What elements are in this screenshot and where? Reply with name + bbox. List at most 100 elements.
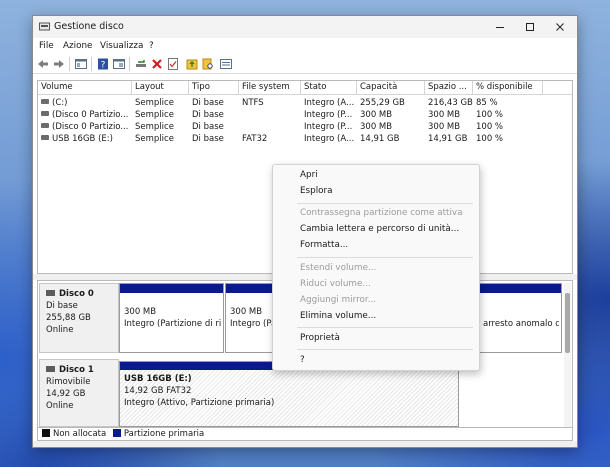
- menu-item-delete-volume[interactable]: Elimina volume...: [273, 309, 479, 324]
- menu-item-formatta[interactable]: Formatta...: [273, 238, 479, 253]
- folder-search-button[interactable]: [201, 57, 215, 71]
- console-tree-button[interactable]: [74, 57, 88, 71]
- view-list-button[interactable]: [219, 57, 233, 71]
- console-tree-icon: [75, 59, 87, 69]
- forward-button[interactable]: [52, 57, 66, 71]
- connect-drive-button[interactable]: [134, 57, 148, 71]
- maximize-button[interactable]: [515, 16, 545, 38]
- drive-icon: [41, 99, 49, 104]
- menu-visualizza[interactable]: Visualizza: [100, 41, 143, 51]
- layout-cell: Semplice: [135, 122, 174, 132]
- menu-item-esplora[interactable]: Esplora: [273, 184, 479, 199]
- title-bar[interactable]: Gestione disco: [33, 16, 577, 38]
- percent-cell: 100 %: [476, 122, 504, 132]
- folder-up-icon: [186, 59, 198, 70]
- menu-help[interactable]: ?: [149, 41, 154, 51]
- partition-size: 300 MB: [124, 307, 157, 317]
- context-menu: Apri Esplora Contrassegna partizione com…: [272, 164, 480, 371]
- folder-up-button[interactable]: [185, 57, 199, 71]
- back-button[interactable]: [36, 57, 50, 71]
- help-button[interactable]: ?: [96, 57, 110, 71]
- table-row[interactable]: USB 16GB (E:) Semplice Di base FAT32 Int…: [38, 133, 572, 145]
- volume-name: USB 16GB (E:): [52, 134, 113, 144]
- table-row[interactable]: (C:) Semplice Di base NTFS Integro (A...…: [38, 97, 572, 109]
- menu-file[interactable]: File: [39, 41, 54, 51]
- menu-item-apri[interactable]: Apri: [273, 168, 479, 183]
- toolbar-separator: [69, 57, 70, 71]
- partition-text: USB 16GB (E:) 14,92 GB FAT32 Integro (At…: [124, 373, 456, 409]
- menu-separator: [297, 257, 473, 258]
- disk-1-size: 14,92 GB: [46, 389, 86, 399]
- menu-item-shrink-volume: Riduci volume...: [300, 279, 371, 289]
- layout-cell: Semplice: [135, 134, 174, 144]
- usb-drive-icon: [41, 135, 49, 140]
- menu-item-add-mirror: Aggiungi mirror...: [300, 295, 377, 305]
- menu-separator: [297, 203, 473, 204]
- properties-check-icon: [168, 58, 178, 70]
- disk-0-type: Di base: [46, 301, 78, 311]
- drive-icon: [41, 123, 49, 128]
- menu-item-proprieta[interactable]: Proprietà: [273, 331, 479, 346]
- status-bar: [33, 441, 577, 447]
- column-header-capacita[interactable]: Capacità: [357, 81, 425, 95]
- free-space-cell: 300 MB: [428, 122, 461, 132]
- legend-unallocated: Non allocata: [53, 429, 107, 439]
- volume-cell: (C:): [38, 97, 132, 109]
- close-icon: [556, 23, 564, 31]
- disk-1-status: Online: [46, 401, 74, 411]
- disk-0-label[interactable]: Disco 0 Di base 255,88 GB Online: [39, 283, 119, 353]
- column-header-layout[interactable]: Layout: [132, 81, 189, 95]
- status-cell: Integro (P...: [304, 110, 353, 120]
- vertical-scrollbar[interactable]: [564, 283, 571, 427]
- disk-0-partition-c[interactable]: arresto anomalo de: [478, 283, 562, 353]
- column-header-volume[interactable]: Volume: [38, 81, 132, 95]
- menu-separator: [297, 349, 473, 350]
- column-header-spazio[interactable]: Spazio ...: [425, 81, 473, 95]
- table-row[interactable]: (Disco 0 Partizio... Semplice Di base In…: [38, 109, 572, 121]
- filesystem-cell: NTFS: [242, 98, 264, 108]
- disk-0-partition-recovery[interactable]: 300 MB Integro (Partizione di rip: [119, 283, 224, 353]
- menu-item-mark-active: Contrassegna partizione come attiva: [300, 208, 463, 218]
- column-header-tipo[interactable]: Tipo: [189, 81, 239, 95]
- minimize-button[interactable]: [485, 16, 515, 38]
- primary-partition-bar: [479, 284, 561, 293]
- layout-cell: Semplice: [135, 110, 174, 120]
- toolbar-separator: [129, 57, 130, 71]
- type-cell: Di base: [192, 110, 224, 120]
- column-header-percent-available[interactable]: % disponibile: [473, 81, 543, 95]
- volume-name: (C:): [52, 98, 68, 108]
- disk-1-label[interactable]: Disco 1 Rimovibile 14,92 GB Online: [39, 359, 119, 427]
- free-space-cell: 14,91 GB: [428, 134, 468, 144]
- menu-azione[interactable]: Azione: [63, 41, 92, 51]
- column-header-stato[interactable]: Stato: [301, 81, 357, 95]
- scrollbar-thumb[interactable]: [565, 293, 570, 353]
- partition-status: Integro (Attivo, Partizione primaria): [124, 398, 275, 408]
- partition-status: arresto anomalo de: [483, 319, 559, 329]
- menu-item-change-drive-letter[interactable]: Cambia lettera e percorso di unità...: [273, 222, 479, 237]
- capacity-cell: 14,91 GB: [360, 134, 400, 144]
- volume-name: (Disco 0 Partizio...: [52, 122, 129, 132]
- unallocated-swatch: [42, 428, 50, 437]
- connect-drive-icon: [136, 60, 146, 67]
- capacity-cell: 255,29 GB: [360, 98, 405, 108]
- help-pane-button[interactable]: [112, 57, 126, 71]
- volume-cell: USB 16GB (E:): [38, 133, 132, 145]
- type-cell: Di base: [192, 134, 224, 144]
- delete-button[interactable]: [150, 57, 164, 71]
- column-header-file-system[interactable]: File system: [239, 81, 301, 95]
- table-row[interactable]: (Disco 0 Partizio... Semplice Di base In…: [38, 121, 572, 133]
- percent-cell: 85 %: [476, 98, 498, 108]
- partition-text: 300 MB Integro (Partizione di rip: [124, 306, 221, 330]
- disk-1-type: Rimovibile: [46, 377, 91, 387]
- back-arrow-icon: [38, 60, 48, 68]
- disk-0-name-row: Disco 0: [46, 288, 118, 300]
- percent-cell: 100 %: [476, 134, 504, 144]
- volume-name: (Disco 0 Partizio...: [52, 110, 129, 120]
- primary-partition-bar: [120, 284, 223, 293]
- menu-item-help[interactable]: ?: [273, 353, 479, 368]
- status-cell: Integro (A...: [304, 134, 355, 144]
- properties-button[interactable]: [166, 57, 180, 71]
- view-list-icon: [220, 59, 232, 69]
- partition-size: 14,92 GB FAT32: [124, 386, 192, 396]
- close-button[interactable]: [545, 16, 575, 38]
